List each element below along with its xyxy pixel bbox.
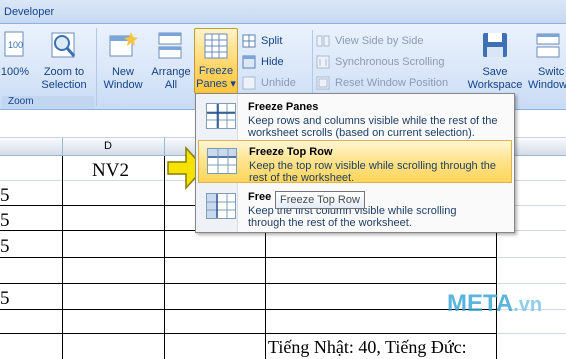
menu-item-description: Keep rows and columns visible while the … — [248, 115, 498, 139]
switch-windows-button[interactable]: Switc Window — [528, 30, 566, 92]
arrange-all-label-1: Arrange — [151, 66, 191, 78]
view-side-by-side-button[interactable]: View Side by Side — [316, 30, 458, 51]
hide-button[interactable]: Hide — [242, 51, 308, 72]
arrange-all-label-2: All — [164, 79, 178, 91]
hide-icon — [242, 55, 256, 68]
menu-item-description: Keep the top row visible while scrolling… — [249, 160, 497, 184]
cell-language-scores[interactable]: Tiếng Nhật: 40, Tiếng Đức: — [268, 337, 467, 358]
new-window-icon — [109, 32, 138, 57]
synchronous-scrolling-button[interactable]: Synchronous Scrolling — [316, 51, 458, 72]
svg-text:100: 100 — [8, 40, 23, 50]
split-icon — [242, 34, 256, 47]
zoom-to-selection-button[interactable]: Zoom to Selection — [36, 30, 92, 91]
view-side-by-side-label: View Side by Side — [335, 34, 424, 47]
unhide-label: Unhide — [261, 76, 296, 89]
window-small-buttons-col2: View Side by Side Synchronous Scrolling … — [312, 30, 458, 93]
save-workspace-label-2: Workspace — [467, 79, 523, 91]
hide-label: Hide — [261, 55, 284, 68]
side-by-side-icon — [316, 35, 330, 46]
cell-digit: 5 — [0, 210, 10, 231]
menu-item-title: Free — [248, 191, 272, 203]
switch-windows-icon — [536, 33, 560, 58]
group-separator — [96, 28, 97, 106]
switch-windows-label-2: Window — [528, 79, 566, 91]
tooltip: Freeze Top Row — [275, 191, 365, 209]
magnifier-icon — [51, 32, 76, 58]
zoom-100-button[interactable]: 100 100% — [0, 30, 30, 90]
column-header-d[interactable]: D — [104, 140, 112, 152]
menu-item-title: Freeze Top Row — [249, 146, 333, 158]
window-small-buttons-col1: Split Hide Unhide — [242, 30, 308, 93]
reset-position-icon — [316, 76, 330, 89]
freeze-panes-label-2: Panes ▾ — [196, 78, 236, 90]
watermark-suffix: .vn — [513, 294, 543, 316]
tab-developer[interactable]: Developer — [0, 2, 60, 24]
cell-nv2[interactable]: NV2 — [92, 160, 129, 182]
freeze-first-column-icon — [206, 193, 236, 219]
freeze-panes-button[interactable]: Freeze Panes ▾ — [194, 28, 238, 94]
menu-item-freeze-panes[interactable]: Freeze Panes Keep rows and columns visib… — [198, 96, 512, 139]
new-window-label-1: New — [111, 66, 134, 78]
cell-digit: 5 — [0, 288, 10, 309]
freeze-top-row-icon — [207, 148, 237, 174]
cell-digit: 5 — [0, 236, 10, 257]
zoom-to-label-1: Zoom to — [43, 66, 85, 78]
unhide-button[interactable]: Unhide — [242, 72, 308, 93]
zoom-100-icon: 100 — [4, 31, 24, 57]
switch-windows-label-1: Switc — [538, 66, 565, 78]
reset-window-position-label: Reset Window Position — [335, 76, 449, 89]
sync-scroll-icon — [316, 55, 330, 68]
ribbon-tab-strip: Developer — [0, 0, 566, 24]
freeze-panes-icon — [206, 103, 236, 129]
arrange-all-icon — [158, 32, 182, 59]
menu-item-description-line2: through the rest of the worksheet. — [248, 217, 412, 229]
freeze-panes-label-1: Freeze — [198, 65, 234, 77]
new-window-button[interactable]: New Window — [100, 30, 146, 92]
menu-item-title: Freeze Panes — [248, 101, 319, 113]
synchronous-scrolling-label: Synchronous Scrolling — [335, 55, 445, 68]
menu-item-freeze-top-row[interactable]: Freeze Top Row Keep the top row visible … — [198, 140, 512, 184]
freeze-panes-icon — [204, 33, 228, 59]
split-label: Split — [261, 34, 283, 47]
watermark-main: META — [447, 290, 514, 317]
watermark-logo: META.vn — [447, 290, 542, 318]
save-workspace-label-1: Save — [482, 66, 508, 78]
split-button[interactable]: Split — [242, 30, 308, 51]
arrange-all-button[interactable]: Arrange All — [148, 30, 194, 92]
cell-digit: 5 — [0, 185, 10, 206]
freeze-panes-menu: Freeze Panes Keep rows and columns visib… — [195, 93, 515, 233]
zoom-group-label: Zoom — [2, 96, 94, 109]
unhide-icon — [242, 76, 256, 89]
save-workspace-icon — [483, 33, 507, 57]
new-window-label-2: Window — [103, 79, 143, 91]
reset-window-position-button[interactable]: Reset Window Position — [316, 72, 458, 93]
save-workspace-button[interactable]: Save Workspace — [464, 30, 526, 92]
zoom-to-label-2: Selection — [41, 79, 87, 91]
zoom-100-label: 100% — [0, 66, 30, 78]
